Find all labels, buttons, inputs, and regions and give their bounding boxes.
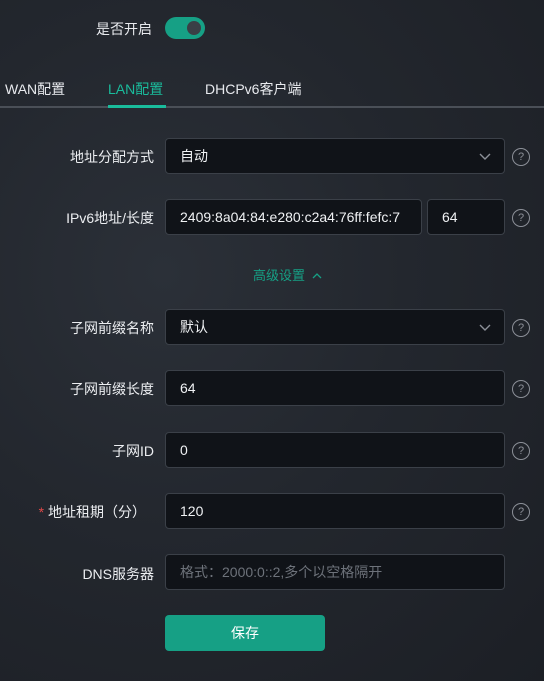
subnet-prefix-name-select[interactable]: 默认 [165, 309, 505, 345]
subnet-prefix-name-value: 默认 [180, 319, 208, 335]
ipv6-prefix-length-input[interactable]: 64 [427, 199, 505, 235]
dns-server-label: DNS服务器 [82, 566, 154, 582]
chevron-up-icon [312, 273, 322, 279]
subnet-prefix-length-input[interactable]: 64 [165, 370, 505, 406]
lease-label-wrapper: * 地址租期（分） [0, 502, 146, 522]
help-circle-icon[interactable]: ? [512, 503, 530, 521]
lease-label: 地址租期（分） [48, 504, 146, 520]
tab-bar: WAN配置 LAN配置 DHCPv6客户端 [0, 76, 544, 108]
tabs-divider [0, 106, 544, 108]
help-circle-icon[interactable]: ? [512, 148, 530, 166]
enable-toggle[interactable] [165, 17, 205, 39]
toggle-knob [187, 21, 201, 35]
lease-input[interactable]: 120 [165, 493, 505, 529]
ipv6-address-label: IPv6地址/长度 [66, 210, 154, 226]
tab-lan-config[interactable]: LAN配置 [108, 79, 163, 99]
help-circle-icon[interactable]: ? [512, 319, 530, 337]
dns-server-input[interactable] [165, 554, 505, 590]
advanced-settings-toggle[interactable]: 高级设置 [253, 265, 322, 284]
active-tab-indicator [108, 105, 166, 108]
chevron-down-icon [479, 153, 491, 160]
subnet-prefix-length-label: 子网前缀长度 [70, 381, 154, 397]
tab-dhcpv6-client[interactable]: DHCPv6客户端 [205, 79, 301, 99]
subnet-id-label: 子网ID [112, 443, 154, 459]
assign-mode-label: 地址分配方式 [70, 149, 154, 165]
ipv6-address-input[interactable]: 2409:8a04:84:e280:c2a4:76ff:fefc:7 [165, 199, 422, 235]
subnet-id-input[interactable]: 0 [165, 432, 505, 468]
assign-mode-select[interactable]: 自动 [165, 138, 505, 174]
assign-mode-value: 自动 [180, 148, 208, 164]
advanced-settings-label: 高级设置 [253, 268, 306, 283]
save-button[interactable]: 保存 [165, 615, 325, 651]
help-circle-icon[interactable]: ? [512, 442, 530, 460]
tab-wan-config[interactable]: WAN配置 [5, 79, 65, 99]
enable-label: 是否开启 [96, 21, 152, 37]
required-mark: * [38, 504, 45, 520]
help-circle-icon[interactable]: ? [512, 209, 530, 227]
chevron-down-icon [479, 324, 491, 331]
subnet-prefix-name-label: 子网前缀名称 [70, 320, 154, 336]
help-circle-icon[interactable]: ? [512, 380, 530, 398]
